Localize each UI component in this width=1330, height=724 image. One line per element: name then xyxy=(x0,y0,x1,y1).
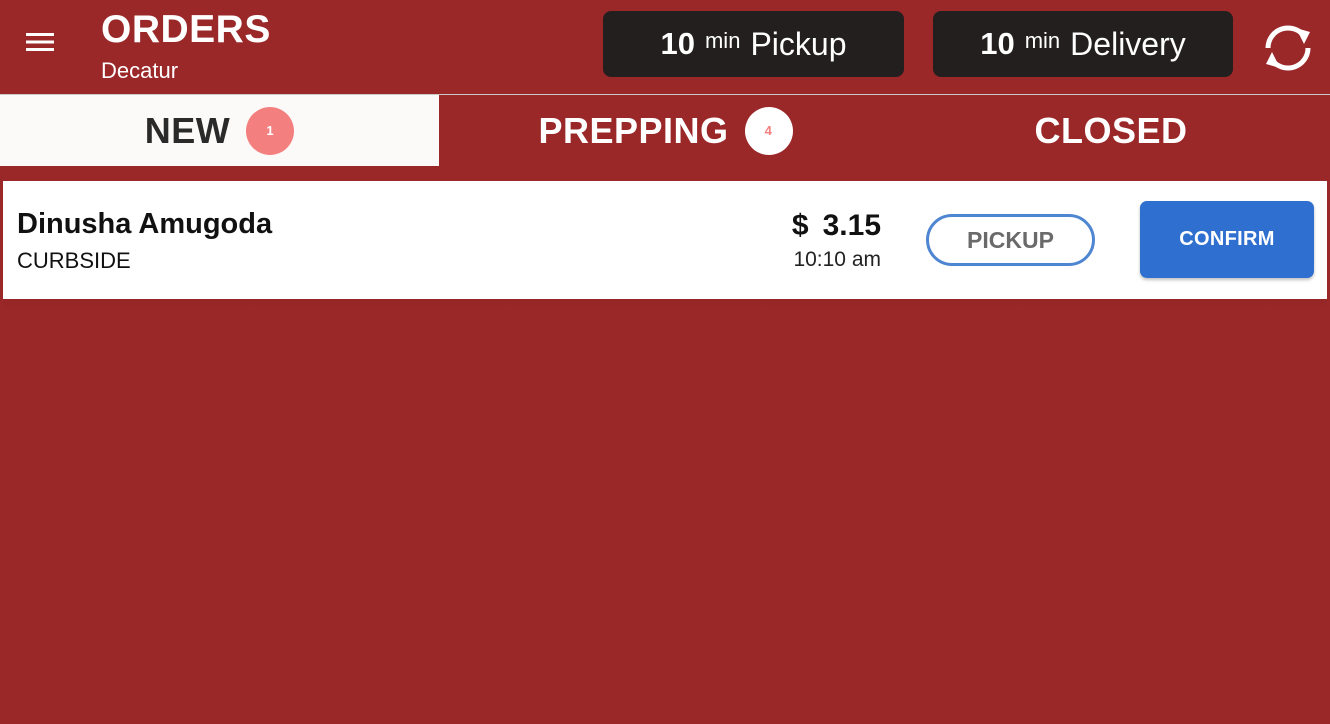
order-total: $3.15 xyxy=(792,209,881,243)
tab-new-label: NEW xyxy=(144,109,231,151)
order-type: CURBSIDE xyxy=(17,248,131,273)
pickup-time-unit: min xyxy=(704,28,741,53)
refresh-icon xyxy=(1265,25,1311,71)
app-header: ORDERS Decatur 10 min Pickup 10 min Deli… xyxy=(0,0,1330,94)
tab-new-count-badge: 1 xyxy=(246,106,295,155)
pickup-time-value: 10 xyxy=(660,26,695,61)
page-title: ORDERS xyxy=(101,8,271,51)
delivery-time-label: Delivery xyxy=(1070,25,1186,62)
order-amount: 3.15 xyxy=(822,209,881,242)
menu-button[interactable] xyxy=(22,28,58,56)
refresh-button[interactable] xyxy=(1258,18,1318,78)
order-status-tabs: NEW 1 PREPPING 4 CLOSED xyxy=(0,94,1330,166)
tab-prepping-label: PREPPING xyxy=(538,109,729,151)
order-row-shadow xyxy=(3,299,1327,311)
delivery-time-unit: min xyxy=(1024,28,1061,53)
delivery-time-value: 10 xyxy=(980,26,1015,61)
tab-closed-label: CLOSED xyxy=(1034,109,1188,151)
confirm-button[interactable]: CONFIRM xyxy=(1140,201,1314,278)
order-time: 10:10 am xyxy=(793,248,881,271)
tab-closed[interactable]: CLOSED xyxy=(892,95,1330,166)
pickup-time-button[interactable]: 10 min Pickup xyxy=(603,11,904,77)
tab-new[interactable]: NEW 1 xyxy=(0,95,439,166)
tab-prepping[interactable]: PREPPING 4 xyxy=(439,95,892,166)
tab-prepping-count-badge: 4 xyxy=(744,106,793,155)
orders-app: ORDERS Decatur 10 min Pickup 10 min Deli… xyxy=(0,0,1330,724)
customer-name: Dinusha Amugoda xyxy=(17,208,273,240)
delivery-time-button[interactable]: 10 min Delivery xyxy=(933,11,1233,77)
currency-symbol: $ xyxy=(791,209,809,242)
pickup-time-label: Pickup xyxy=(750,25,847,62)
hamburger-menu-icon xyxy=(26,33,54,51)
pickup-button[interactable]: PICKUP xyxy=(926,214,1095,266)
order-row[interactable]: Dinusha Amugoda CURBSIDE $3.15 10:10 am … xyxy=(3,181,1327,299)
location-name: Decatur xyxy=(101,58,179,83)
